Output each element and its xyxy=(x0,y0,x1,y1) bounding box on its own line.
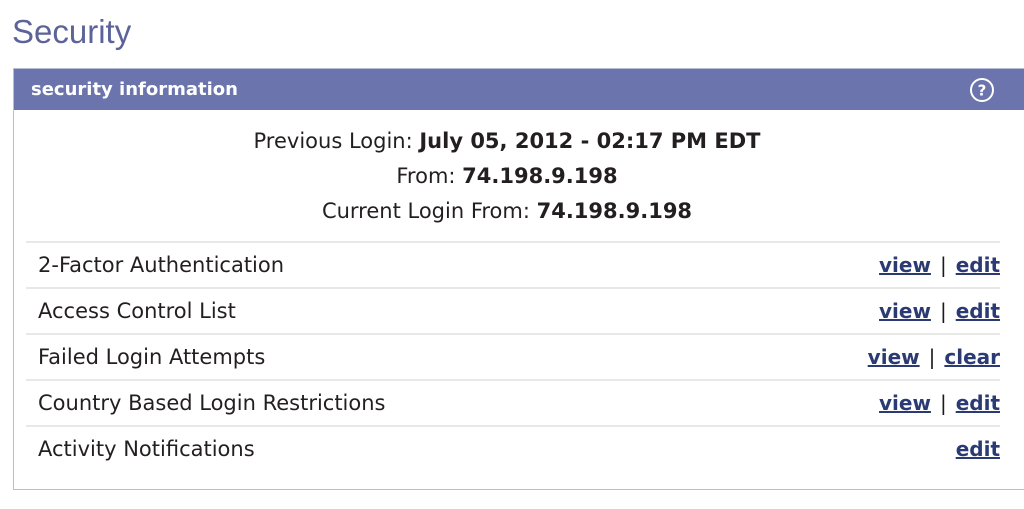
list-item: Access Control List view | edit xyxy=(26,287,1000,333)
row-actions: edit xyxy=(956,437,1000,461)
action-separator: | xyxy=(928,345,936,369)
list-item: Failed Login Attempts view | clear xyxy=(26,333,1000,379)
login-info-value: July 05, 2012 - 02:17 PM EDT xyxy=(419,129,761,153)
svg-text:?: ? xyxy=(978,81,987,99)
edit-link[interactable]: edit xyxy=(956,391,1000,415)
action-separator: | xyxy=(939,391,947,415)
page-title: Security xyxy=(12,13,132,50)
question-circle-icon[interactable]: ? xyxy=(969,77,995,103)
login-info-line: From: 74.198.9.198 xyxy=(14,159,1024,194)
edit-link[interactable]: edit xyxy=(956,437,1000,461)
login-info-label: Current Login From: xyxy=(321,199,530,223)
view-link[interactable]: view xyxy=(879,391,931,415)
view-link[interactable]: view xyxy=(879,299,931,323)
login-info-label: From: xyxy=(396,164,456,188)
security-information-panel: security information ? Previous Login: J… xyxy=(13,68,1024,490)
login-info-line: Previous Login: July 05, 2012 - 02:17 PM… xyxy=(14,124,1024,159)
list-item: Activity Notifications edit xyxy=(26,425,1000,471)
list-item: Country Based Login Restrictions view | … xyxy=(26,379,1000,425)
view-link[interactable]: view xyxy=(868,345,920,369)
panel-footer-spacer xyxy=(14,471,1024,489)
view-link[interactable]: view xyxy=(879,253,931,277)
login-info-value: 74.198.9.198 xyxy=(536,199,693,223)
edit-link[interactable]: edit xyxy=(956,299,1000,323)
row-label: Activity Notifications xyxy=(38,437,255,461)
action-separator: | xyxy=(939,253,947,277)
row-actions: view | edit xyxy=(879,253,1000,277)
row-actions: view | edit xyxy=(879,391,1000,415)
row-label: 2-Factor Authentication xyxy=(38,253,285,277)
login-info-line: Current Login From: 74.198.9.198 xyxy=(14,194,1024,229)
login-info-value: 74.198.9.198 xyxy=(462,164,618,188)
row-label: Access Control List xyxy=(38,299,236,323)
security-page: Security security information ? Previous… xyxy=(0,0,1024,509)
clear-link[interactable]: clear xyxy=(944,345,1000,369)
login-info-label: Previous Login: xyxy=(253,129,413,153)
list-item: 2-Factor Authentication view | edit xyxy=(26,241,1000,287)
action-separator: | xyxy=(939,299,947,323)
row-label: Country Based Login Restrictions xyxy=(38,391,386,415)
panel-header-title: security information xyxy=(31,78,238,100)
edit-link[interactable]: edit xyxy=(956,253,1000,277)
security-settings-list: 2-Factor Authentication view | edit Acce… xyxy=(14,241,1024,471)
row-label: Failed Login Attempts xyxy=(38,345,266,369)
row-actions: view | edit xyxy=(879,299,1000,323)
panel-header: security information ? xyxy=(14,69,1024,110)
login-info-block: Previous Login: July 05, 2012 - 02:17 PM… xyxy=(14,110,1024,241)
row-actions: view | clear xyxy=(868,345,1000,369)
